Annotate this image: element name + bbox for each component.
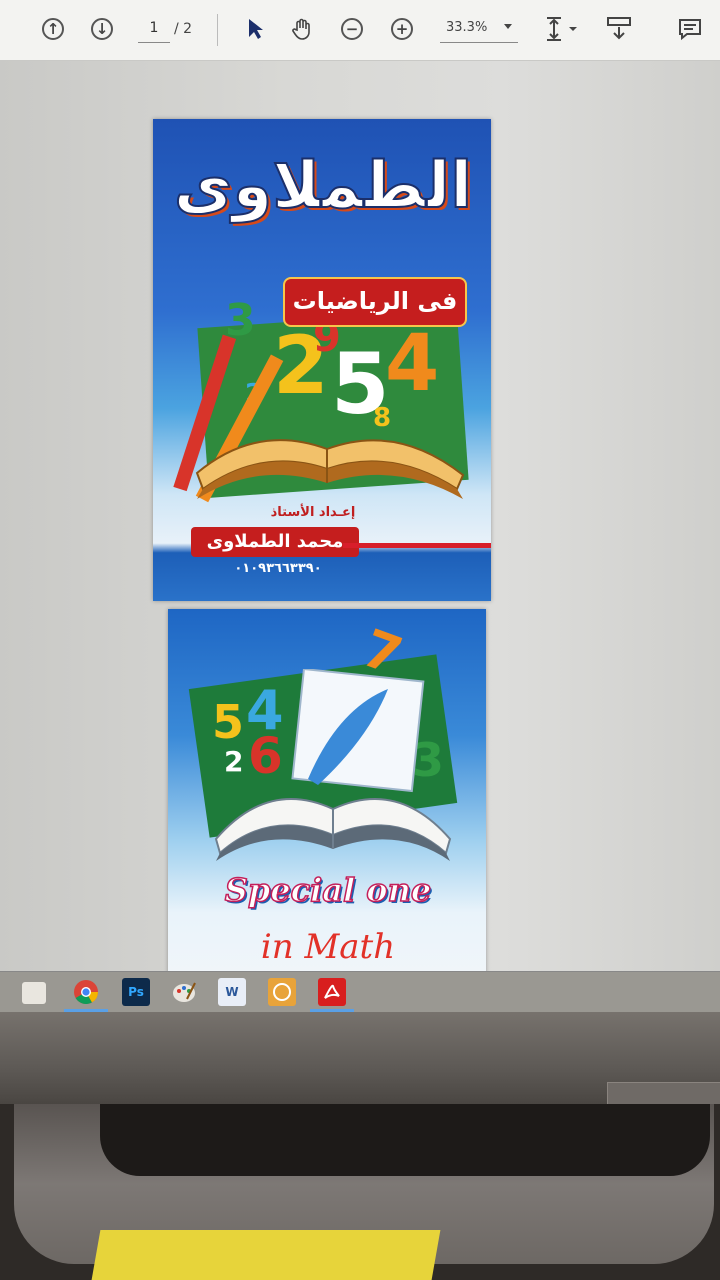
scroll-mode-button[interactable] bbox=[604, 16, 634, 42]
page-number-input[interactable]: 1 bbox=[138, 20, 170, 43]
zoom-in-button[interactable]: + bbox=[389, 16, 415, 42]
acrobat-icon bbox=[324, 984, 340, 999]
document-view[interactable]: الطملاوى 3 2 5 4 9 8 2 فى الرياضيات إعـد… bbox=[0, 61, 720, 1012]
paint-taskbar-icon[interactable] bbox=[170, 978, 198, 1006]
page-total-label: / 2 bbox=[174, 21, 193, 37]
word-taskbar-icon[interactable]: W bbox=[218, 978, 246, 1006]
fit-page-icon bbox=[547, 17, 577, 41]
pdf-toolbar: ↑ ↓ 1 / 2 − + 33.3% bbox=[0, 0, 720, 61]
zoom-level-dropdown[interactable]: 33.3% bbox=[440, 18, 518, 43]
arrow-up-icon: ↑ bbox=[42, 18, 64, 40]
author-label: إعـداد الأستاذ bbox=[270, 505, 356, 520]
monitor-stand-slot bbox=[100, 1104, 710, 1176]
open-book-graphic bbox=[195, 439, 465, 499]
tagline-text: Special one bbox=[224, 870, 432, 910]
minus-icon: − bbox=[341, 18, 363, 40]
image-viewer-taskbar-icon[interactable] bbox=[268, 978, 296, 1006]
author-name: محمد الطملاوى bbox=[191, 527, 359, 557]
cover-title: الطملاوى bbox=[173, 148, 473, 224]
chrome-taskbar-button[interactable] bbox=[64, 978, 108, 1012]
image-viewer-icon bbox=[273, 983, 291, 1001]
pdf-page-1: الطملاوى 3 2 5 4 9 8 2 فى الرياضيات إعـد… bbox=[153, 119, 491, 601]
monitor-screen: ↑ ↓ 1 / 2 − + 33.3% الطملاوى 3 2 5 4 9 8… bbox=[0, 0, 720, 1012]
photoshop-taskbar-icon[interactable]: Ps bbox=[122, 978, 150, 1006]
hand-tool-button[interactable] bbox=[290, 16, 316, 42]
chrome-icon bbox=[74, 980, 98, 1005]
cover-subtitle: فى الرياضيات bbox=[283, 277, 467, 327]
scroll-mode-icon bbox=[607, 17, 631, 40]
next-page-button[interactable]: ↓ bbox=[89, 16, 115, 42]
windows-taskbar: Ps W bbox=[0, 971, 720, 1012]
zoom-level-value: 33.3% bbox=[446, 20, 488, 35]
plus-icon: + bbox=[391, 18, 413, 40]
fit-page-button[interactable] bbox=[541, 16, 581, 42]
toolbar-divider bbox=[217, 14, 218, 46]
select-tool-button[interactable] bbox=[242, 16, 268, 42]
cursor-arrow-icon bbox=[249, 19, 263, 39]
paint-palette-icon bbox=[173, 982, 196, 1002]
subject-text: in Math bbox=[260, 927, 396, 967]
pdf-page-2: 5 4 6 2 3 7 Special one in Math bbox=[168, 609, 486, 1012]
zoom-out-button[interactable]: − bbox=[339, 16, 365, 42]
acrobat-taskbar-button[interactable] bbox=[310, 978, 354, 1012]
chevron-down-icon bbox=[504, 24, 512, 29]
red-stripe bbox=[343, 543, 491, 548]
open-book-graphic bbox=[214, 798, 452, 861]
comment-icon bbox=[679, 19, 701, 41]
file-manager-taskbar-icon[interactable] bbox=[22, 982, 46, 1004]
desk-paper bbox=[91, 1230, 441, 1280]
comment-button[interactable] bbox=[677, 16, 703, 42]
previous-page-button[interactable]: ↑ bbox=[40, 16, 66, 42]
arrow-down-icon: ↓ bbox=[91, 18, 113, 40]
number-graphic: 5 bbox=[212, 695, 245, 749]
phone-number: ٠١٠٩٣٦٦٣٣٩٠ bbox=[234, 561, 322, 576]
number-graphic: 4 bbox=[385, 319, 440, 409]
hand-icon bbox=[292, 18, 310, 40]
